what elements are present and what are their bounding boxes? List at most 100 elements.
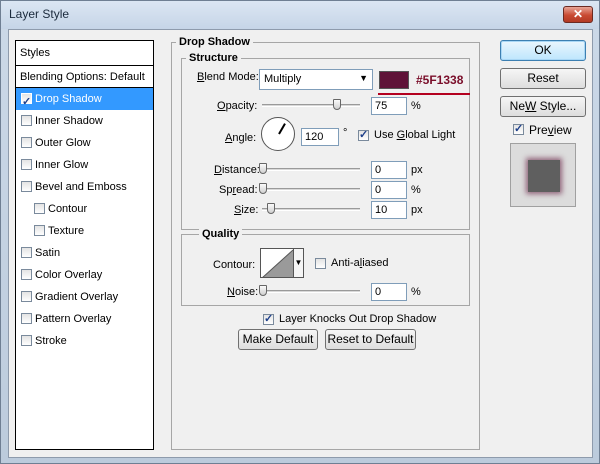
reset-button[interactable]: Reset [500, 68, 586, 89]
spread-input[interactable]: 0 [371, 181, 407, 199]
style-item-checkbox[interactable] [21, 269, 32, 280]
style-item-checkbox[interactable] [21, 91, 32, 113]
style-item-inner-shadow[interactable]: Inner Shadow [16, 110, 153, 132]
preview-thumbnail [510, 143, 576, 207]
layer-knocks-out-check[interactable] [263, 312, 274, 325]
size-unit: px [411, 204, 423, 216]
distance-label: Distance: [214, 164, 260, 176]
preview-checkbox[interactable]: Preview [513, 122, 583, 137]
style-item-checkbox[interactable] [21, 159, 32, 170]
spread-slider-thumb[interactable] [259, 183, 267, 194]
style-item-pattern-overlay[interactable]: Pattern Overlay [16, 308, 153, 330]
drop-shadow-group: Drop Shadow Structure Blend Mode: Multip… [171, 36, 480, 450]
noise-unit: % [411, 286, 421, 298]
size-slider-track[interactable] [262, 208, 360, 211]
style-item-label: Inner Glow [35, 159, 89, 171]
ok-button[interactable]: OK [500, 40, 586, 61]
style-item-contour[interactable]: Contour [16, 198, 153, 220]
window-title: Layer Style [9, 7, 70, 21]
angle-dial[interactable] [261, 117, 295, 151]
style-item-label: Satin [35, 247, 61, 259]
structure-group: Structure Blend Mode: Multiply ▼ #5F1338… [181, 52, 470, 230]
style-item-label: Outer Glow [35, 137, 91, 149]
quality-group: Quality Contour: ▼ Anti-aliased Noise: 0 [181, 228, 470, 306]
reset-to-default-button[interactable]: Reset to Default [325, 329, 416, 350]
style-item-label: Bevel and Emboss [35, 181, 127, 193]
style-items: Drop Shadow Inner Shadow Outer Glow Inner G… [16, 88, 153, 352]
angle-input[interactable]: 120 [301, 128, 339, 146]
close-icon: ✕ [572, 7, 584, 21]
distance-unit: px [411, 164, 423, 176]
spread-label: Spread: [219, 184, 258, 196]
opacity-slider-thumb[interactable] [333, 99, 341, 110]
anti-aliased-check[interactable] [315, 258, 326, 269]
style-item-label: Drop Shadow [35, 93, 102, 105]
use-global-light-label: Use Global Light [374, 129, 456, 141]
noise-slider-track[interactable] [262, 290, 360, 293]
close-button[interactable]: ✕ [563, 6, 593, 23]
preview-label: Preview [529, 123, 572, 137]
spread-slider-track[interactable] [262, 188, 360, 191]
contour-preview[interactable] [260, 248, 294, 278]
blend-mode-value: Multiply [264, 73, 302, 85]
size-label: Size: [234, 204, 259, 216]
size-slider-thumb[interactable] [267, 203, 275, 214]
style-item-label: Pattern Overlay [35, 313, 112, 325]
blend-mode-select[interactable]: Multiply ▼ [259, 69, 373, 90]
style-item-checkbox[interactable] [21, 247, 32, 258]
style-item-checkbox[interactable] [21, 335, 32, 346]
title-bar[interactable]: Layer Style ✕ [1, 1, 599, 29]
contour-dropdown-button[interactable]: ▼ [294, 248, 304, 278]
angle-dial-hand [278, 123, 286, 135]
angle-unit: ° [343, 127, 348, 139]
opacity-slider-track[interactable] [262, 104, 360, 107]
new-style-button[interactable]: NeW Style... [500, 96, 586, 117]
style-item-color-overlay[interactable]: Color Overlay [16, 264, 153, 286]
opacity-input[interactable]: 75 [371, 97, 407, 115]
style-item-checkbox[interactable] [21, 115, 32, 126]
layer-knocks-out-label: Layer Knocks Out Drop Shadow [279, 313, 437, 325]
styles-header[interactable]: Styles [16, 41, 153, 66]
style-item-checkbox[interactable] [34, 225, 45, 236]
use-global-light-checkbox[interactable]: Use Global Light [358, 128, 458, 143]
style-item-bevel-and-emboss[interactable]: Bevel and Emboss [16, 176, 153, 198]
make-default-button[interactable]: Make Default [238, 329, 318, 350]
layer-style-window: Layer Style ✕ Styles Blending Options: D… [0, 0, 600, 464]
dialog-client-area: Styles Blending Options: Default Drop Sh… [8, 29, 593, 458]
blend-mode-label: Blend Mode: [197, 71, 259, 83]
style-item-gradient-overlay[interactable]: Gradient Overlay [16, 286, 153, 308]
anti-aliased-label: Anti-aliased [331, 257, 389, 269]
quality-title: Quality [199, 228, 243, 240]
blending-options-item[interactable]: Blending Options: Default [16, 66, 153, 88]
spread-unit: % [411, 184, 421, 196]
noise-slider-thumb[interactable] [259, 285, 267, 296]
style-item-stroke[interactable]: Stroke [16, 330, 153, 352]
use-global-light-check[interactable] [358, 128, 369, 141]
style-item-texture[interactable]: Texture [16, 220, 153, 242]
style-item-checkbox[interactable] [21, 291, 32, 302]
style-item-inner-glow[interactable]: Inner Glow [16, 154, 153, 176]
contour-curve-icon [262, 249, 293, 277]
style-item-checkbox[interactable] [21, 137, 32, 148]
triangle-down-icon: ▼ [294, 258, 303, 267]
contour-label: Contour: [213, 259, 256, 271]
styles-list-panel: Styles Blending Options: Default Drop Sh… [15, 40, 154, 450]
preview-check[interactable] [513, 122, 524, 135]
style-item-checkbox[interactable] [34, 203, 45, 214]
anti-aliased-checkbox[interactable]: Anti-aliased [315, 257, 395, 271]
layer-knocks-out-checkbox[interactable]: Layer Knocks Out Drop Shadow [263, 312, 443, 327]
distance-input[interactable]: 0 [371, 161, 407, 179]
style-item-satin[interactable]: Satin [16, 242, 153, 264]
style-item-checkbox[interactable] [21, 313, 32, 324]
distance-slider-track[interactable] [262, 168, 360, 171]
style-item-checkbox[interactable] [21, 181, 32, 192]
noise-input[interactable]: 0 [371, 283, 407, 301]
noise-label: Noise: [227, 286, 259, 298]
distance-slider-thumb[interactable] [259, 163, 267, 174]
size-input[interactable]: 10 [371, 201, 407, 219]
style-item-label: Stroke [35, 335, 67, 347]
style-item-outer-glow[interactable]: Outer Glow [16, 132, 153, 154]
style-item-drop-shadow[interactable]: Drop Shadow [16, 88, 153, 113]
angle-label: Angle: [225, 132, 257, 144]
shadow-color-swatch[interactable] [379, 71, 409, 89]
